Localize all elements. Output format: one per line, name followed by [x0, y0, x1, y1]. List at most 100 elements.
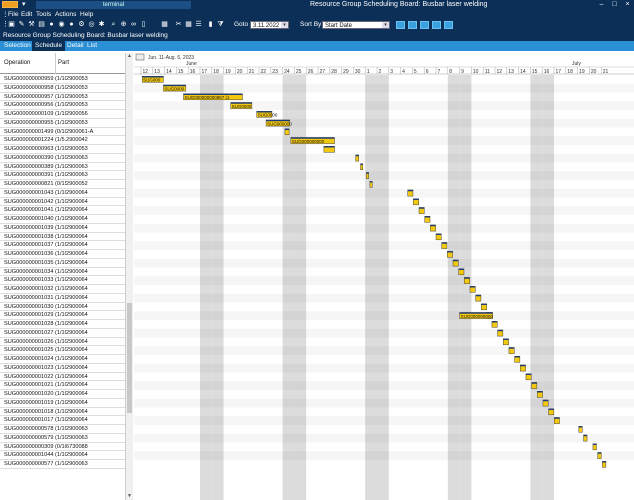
table-row[interactable]: SUG000000000577 (1/10.2 2900063	[0, 460, 125, 469]
table-row[interactable]: SUG000000000958 (1/10.2 2900053	[0, 84, 125, 93]
scroll-down-icon[interactable]: ▼	[126, 493, 133, 500]
table-row[interactable]: SUG000000000389 (1/10.2 2900063	[0, 163, 125, 172]
terminal-tab[interactable]: terminal	[36, 1, 191, 9]
close-icon[interactable]: ×	[623, 0, 632, 10]
calendar-icon[interactable]: ▦	[160, 20, 169, 29]
table-row[interactable]: SUG000000001019 (1/10.2 2900064	[0, 399, 125, 408]
settings-icon[interactable]: ✱	[97, 20, 106, 29]
table-row[interactable]: SUG000000000390 (1/10.2 2900063	[0, 154, 125, 163]
toolbar-button-5[interactable]	[444, 21, 453, 29]
binoculars-icon[interactable]: ∞	[129, 20, 138, 29]
table-row[interactable]: SUG000000000391 (1/10.2 2900063	[0, 171, 125, 180]
tool-icon[interactable]: ⚒	[27, 20, 36, 29]
tab-selection[interactable]: Selection	[1, 41, 34, 51]
search-icon[interactable]: ⌕	[109, 20, 118, 29]
app-icon[interactable]	[2, 1, 18, 8]
table-row[interactable]: SUG000000001027 (1/10.2 2900064	[0, 329, 125, 338]
table-row[interactable]: SUG000000001043 (1/10.2 2900064	[0, 189, 125, 198]
column-header-operation[interactable]: Operation	[4, 60, 30, 66]
minimize-icon[interactable]: –	[597, 0, 606, 10]
table-row[interactable]: SUG000000000579 (1/10.2 2900063	[0, 434, 125, 443]
table-row[interactable]: SUG000000000109 (1/10.2 2900056	[0, 110, 125, 119]
table-row[interactable]: SUG000000000309 (0/10.2 6730088	[0, 443, 125, 452]
calendar-dropdown-icon[interactable]: ▾	[281, 22, 288, 28]
record-icon[interactable]: ●	[67, 20, 76, 29]
table-row[interactable]: SUG000000001032 (1/10.2 2900064	[0, 285, 125, 294]
table-row[interactable]: SUG000000001224 (1/5.20 2900042	[0, 136, 125, 145]
column-header-part[interactable]: Part	[58, 60, 69, 66]
save-icon[interactable]: ▣	[7, 20, 16, 29]
table-row[interactable]: SUG000000001024 (1/10.2 2900064	[0, 355, 125, 364]
clipboard-icon[interactable]: ▤	[37, 20, 46, 29]
table-row[interactable]: SUG000000000957 (1/10.2 2900053	[0, 93, 125, 102]
table-row[interactable]: SUG000000001044 (1/10.2 2900064	[0, 451, 125, 460]
table-row[interactable]: SUG000000001042 (1/10.2 2900064	[0, 198, 125, 207]
globe-icon[interactable]: ◉	[57, 20, 66, 29]
tab-schedule[interactable]: Schedule	[32, 41, 66, 51]
goto-date-field[interactable]: 3.11.2022 ▾	[250, 21, 289, 29]
table-row[interactable]: SUG000000001030 (1/10.2 2900064	[0, 303, 125, 312]
part-cell: 2900064	[66, 338, 88, 345]
menu-edit[interactable]: Edit	[21, 10, 32, 19]
toolbar-button-1[interactable]	[396, 21, 405, 29]
menu-actions[interactable]: Actions	[55, 10, 76, 19]
table-row[interactable]: SUG000000001031 (1/10.2 2900064	[0, 294, 125, 303]
table-row[interactable]: SUG000000001020 (1/10.2 2900064	[0, 390, 125, 399]
table-row[interactable]: SUG000000000578 (1/10.2 2900063	[0, 425, 125, 434]
table-row[interactable]: SUG000000001041 (1/10.2 2900064	[0, 206, 125, 215]
table-row[interactable]: SUG000000001021 (1/10.2 2900064	[0, 381, 125, 390]
table-row[interactable]: SUG000000000821 (0/15.2 2900052	[0, 180, 125, 189]
list-icon[interactable]: ☰	[194, 20, 203, 29]
maximize-icon[interactable]: □	[610, 0, 619, 10]
table-row[interactable]: SUG000000001018 (1/10.2 2900064	[0, 408, 125, 417]
cut-icon[interactable]: ✂	[174, 20, 183, 29]
column-separator[interactable]	[55, 53, 56, 74]
edit-icon[interactable]: ✎	[17, 20, 26, 29]
table-row[interactable]: SUG000000001025 (1/10.2 2900064	[0, 346, 125, 355]
dropdown-arrow-icon[interactable]: ▾	[22, 0, 26, 10]
tab-list[interactable]: List	[84, 41, 100, 51]
table-row[interactable]: SUG000000000956 (1/10.2 2900053	[0, 101, 125, 110]
toolbar-button-4[interactable]	[432, 21, 441, 29]
chevron-down-icon[interactable]: ▾	[382, 22, 389, 28]
menu-help[interactable]: Help	[80, 10, 93, 19]
filter-icon[interactable]: ⧩	[216, 20, 225, 29]
table-row[interactable]: SUG000000001022 (1/10.2 2900064	[0, 373, 125, 382]
doc-icon[interactable]: ▯	[139, 20, 148, 29]
menu-file[interactable]: File	[8, 10, 18, 19]
target-icon[interactable]: ◎	[87, 20, 96, 29]
menu-tools[interactable]: Tools	[36, 10, 51, 19]
grid-icon[interactable]: ▦	[184, 20, 193, 29]
table-row[interactable]: SUG000000001026 (1/10.2 2900064	[0, 338, 125, 347]
table-row[interactable]: SUG000000001037 (1/10.2 2900064	[0, 241, 125, 250]
toolbar-button-2[interactable]	[408, 21, 417, 29]
zoom-icon[interactable]: ⊕	[119, 20, 128, 29]
vertical-scrollbar[interactable]: ▲ ▼	[125, 53, 133, 500]
navigate-icon[interactable]	[135, 53, 145, 61]
table-row[interactable]: SUG000000001040 (1/10.2 2900064	[0, 215, 125, 224]
table-row[interactable]: SUG000000001034 (1/10.2 2900064	[0, 268, 125, 277]
table-row[interactable]: SUG000000001029 (1/10.2 2900064	[0, 311, 125, 320]
record-red-icon[interactable]: ●	[47, 20, 56, 29]
row-stripe	[134, 364, 634, 373]
table-row[interactable]: SUG000000001033 (1/10.2 2900064	[0, 276, 125, 285]
table-row[interactable]: SUG000000001036 (1/10.2 2900064	[0, 250, 125, 259]
scroll-up-icon[interactable]: ▲	[126, 53, 133, 60]
sortby-select[interactable]: Start Date ▾	[322, 21, 390, 29]
table-row[interactable]: SUG000000001017 (1/10.2 2900064	[0, 416, 125, 425]
table-row[interactable]: SUG000000001038 (1/10.2 2900064	[0, 233, 125, 242]
table-row[interactable]: SUG000000001499 (0/10.1 2900061-A	[0, 128, 125, 137]
bold-icon[interactable]: ▮	[206, 20, 215, 29]
table-row[interactable]: SUG000000001035 (1/10.2 2900064	[0, 259, 125, 268]
table-row[interactable]: SUG000000001039 (1/10.2 2900064	[0, 224, 125, 233]
table-row[interactable]: SUG000000000955 (1/10.2 2900053	[0, 119, 125, 128]
toolbar-button-3[interactable]	[420, 21, 429, 29]
scroll-thumb[interactable]	[127, 303, 132, 413]
table-row[interactable]: SUG000000000963 (1/10.2 2900053	[0, 145, 125, 154]
row-stripe	[134, 276, 634, 285]
table-row[interactable]: SUG000000000959 (1/10.2 2900053	[0, 75, 125, 84]
table-row[interactable]: SUG000000001028 (1/10.2 2900064	[0, 320, 125, 329]
table-row[interactable]: SUG000000001023 (1/10.2 2900064	[0, 364, 125, 373]
part-cell: 2900064	[66, 452, 88, 459]
gear-icon[interactable]: ⚙	[77, 20, 86, 29]
